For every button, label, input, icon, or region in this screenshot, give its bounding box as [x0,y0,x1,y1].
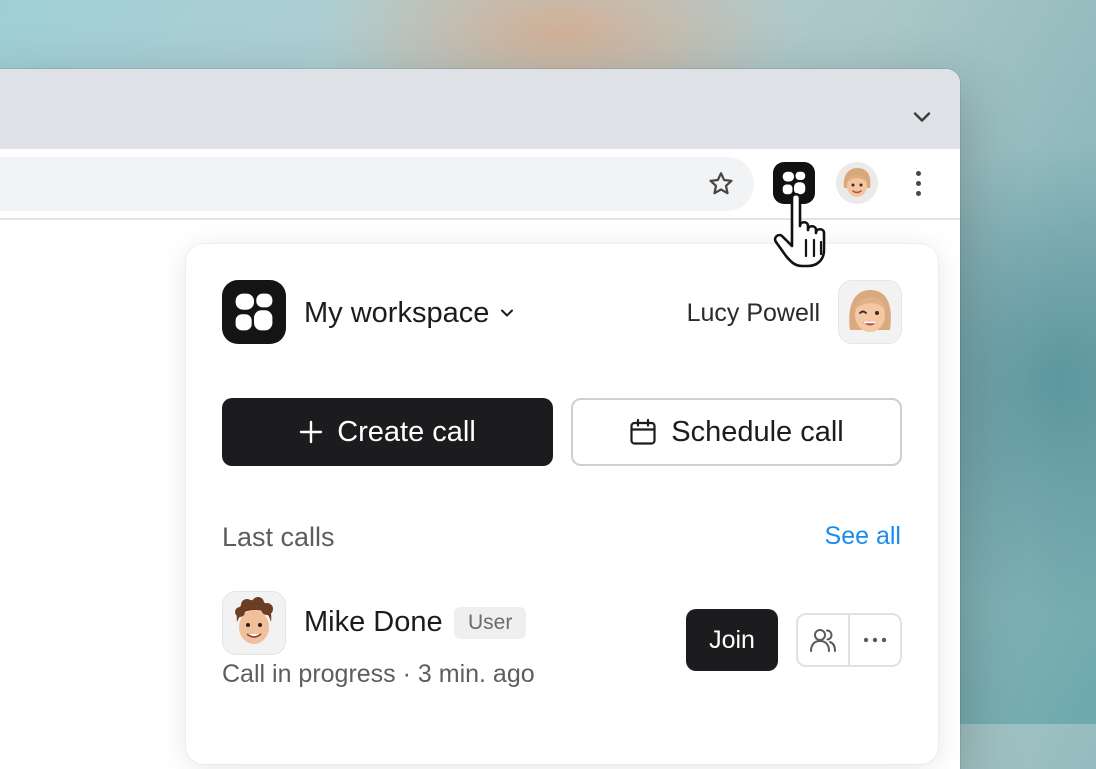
profile-avatar [843,168,871,197]
role-badge: User [454,607,527,639]
calendar-icon [630,418,656,445]
chevron-down-icon [913,112,931,122]
browser-toolbar [0,149,960,220]
create-call-label: Create call [337,415,476,448]
call-status: Call in progress · 3 min. ago [222,660,535,688]
create-call-button[interactable]: Create call [222,398,553,466]
extension-popup: My workspace Lucy Powell Create call Sch… [186,244,938,764]
extension-button[interactable] [773,162,815,204]
more-horizontal-icon [863,637,887,643]
browser-menu-button[interactable] [906,165,930,201]
see-all-link[interactable]: See all [825,522,901,551]
participants-button[interactable] [798,615,848,665]
extension-logo-icon [235,293,273,331]
workspace-name: My workspace [304,297,490,329]
tab-search-button[interactable] [908,103,936,131]
extension-logo-icon [782,171,806,195]
workspace-switcher[interactable]: My workspace [304,296,515,330]
caller-name: Mike Done [304,606,443,638]
chevron-down-icon [501,309,514,317]
user-name: Lucy Powell [686,299,820,327]
star-icon [709,172,733,195]
more-options-button[interactable] [848,615,900,665]
users-icon [810,629,836,652]
schedule-call-button[interactable]: Schedule call [571,398,902,466]
last-calls-title: Last calls [222,522,335,552]
tab-strip [0,69,960,149]
user-avatar[interactable] [838,280,902,344]
plus-icon [299,420,323,444]
address-bar[interactable] [0,157,754,211]
join-button[interactable]: Join [686,609,778,671]
workspace-logo [222,280,286,344]
avatar [235,597,273,644]
bookmark-button[interactable] [706,169,736,199]
profile-button[interactable] [836,162,878,204]
caller-avatar [222,591,286,655]
schedule-call-label: Schedule call [671,415,844,448]
kebab-menu-icon [915,170,921,176]
avatar [849,290,891,332]
call-actions [796,613,902,667]
